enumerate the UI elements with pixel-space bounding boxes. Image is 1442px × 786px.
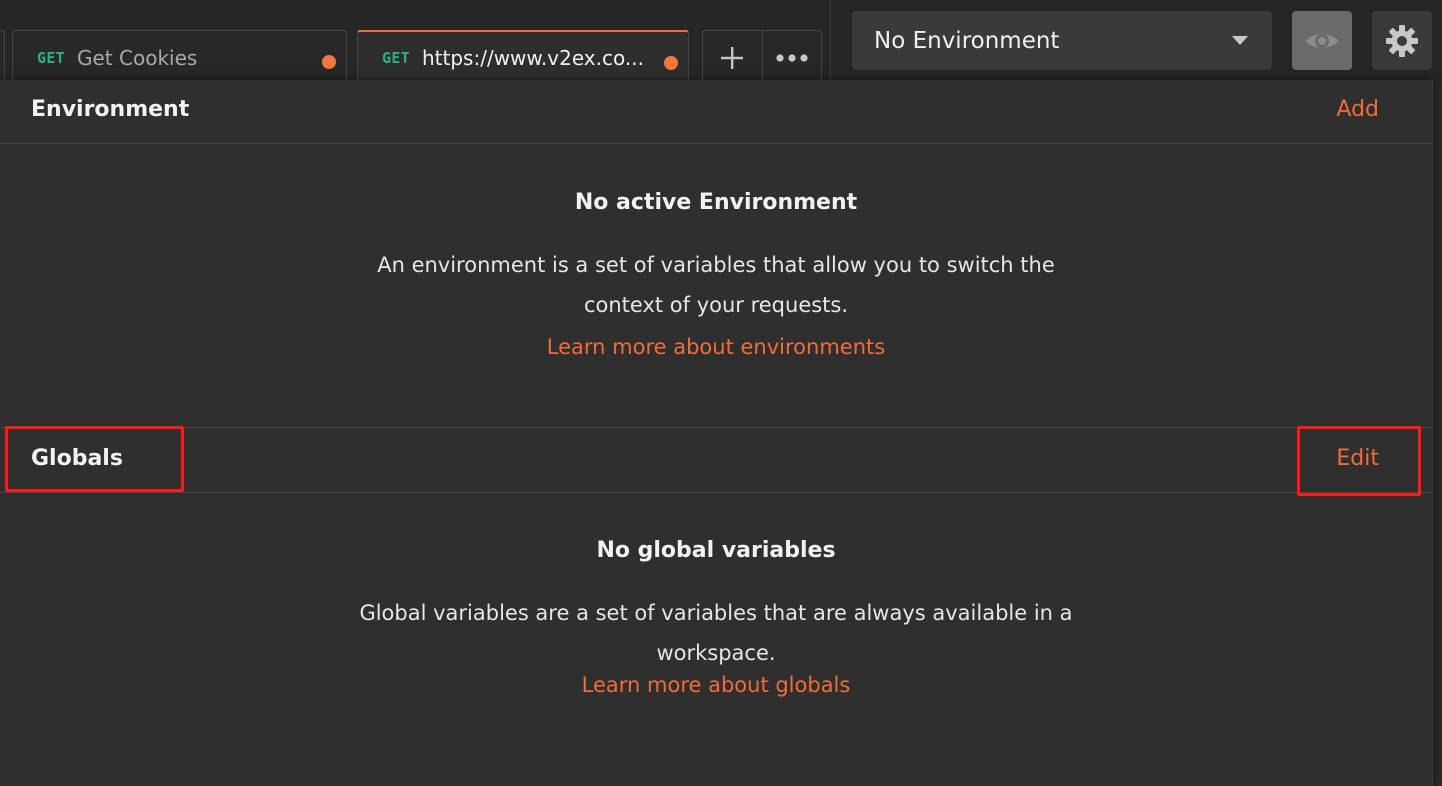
empty-title: No active Environment (574, 190, 858, 215)
annotation-box-globals (5, 426, 184, 492)
annotation-box-edit (1297, 426, 1421, 496)
more-horizontal-icon (776, 53, 808, 62)
postman-window: GET Get Cookies GET https://www.v2ex.co.… (0, 0, 1442, 786)
tab-bar: GET Get Cookies GET https://www.v2ex.co.… (0, 0, 1442, 85)
environment-title: Environment (31, 97, 190, 122)
chevron-down-icon (1232, 36, 1248, 45)
manage-environments-button[interactable] (1372, 11, 1432, 70)
globals-header: Globals Edit (0, 427, 1432, 493)
environment-select-value: No Environment (874, 27, 1060, 54)
method-badge: GET (382, 49, 410, 67)
learn-more-globals-link[interactable]: Learn more about globals (582, 673, 851, 697)
unsaved-dot-icon (664, 56, 678, 70)
environment-select[interactable]: No Environment (852, 11, 1272, 70)
tab-v2ex-request[interactable]: GET https://www.v2ex.co... (357, 30, 689, 84)
globals-empty-state: No global variables Global variables are… (0, 538, 1432, 697)
method-badge: GET (37, 48, 65, 67)
divider (830, 0, 831, 84)
gear-icon (1386, 24, 1418, 57)
environment-header: Environment Add (0, 80, 1432, 144)
plus-icon (721, 46, 744, 69)
eye-icon (1306, 33, 1338, 48)
environment-empty-state: No active Environment An environment is … (0, 190, 1432, 359)
tab-partial[interactable] (0, 30, 5, 85)
environment-quick-look-panel: Environment Add No active Environment An… (0, 80, 1433, 786)
empty-description: Global variables are a set of variables … (359, 601, 1073, 665)
empty-title: No global variables (596, 538, 836, 563)
tab-title: Get Cookies (77, 45, 198, 70)
more-tabs-button[interactable] (761, 31, 822, 84)
unsaved-dot-icon (322, 55, 336, 69)
add-environment-link[interactable]: Add (1336, 97, 1379, 122)
new-tab-button[interactable] (703, 31, 762, 84)
tab-get-cookies[interactable]: GET Get Cookies (12, 30, 347, 84)
tab-title: https://www.v2ex.co... (422, 46, 644, 70)
environment-quick-look-button[interactable] (1292, 11, 1352, 70)
empty-description: An environment is a set of variables tha… (377, 253, 1055, 317)
learn-more-environments-link[interactable]: Learn more about environments (547, 335, 885, 359)
tab-actions (702, 30, 822, 84)
